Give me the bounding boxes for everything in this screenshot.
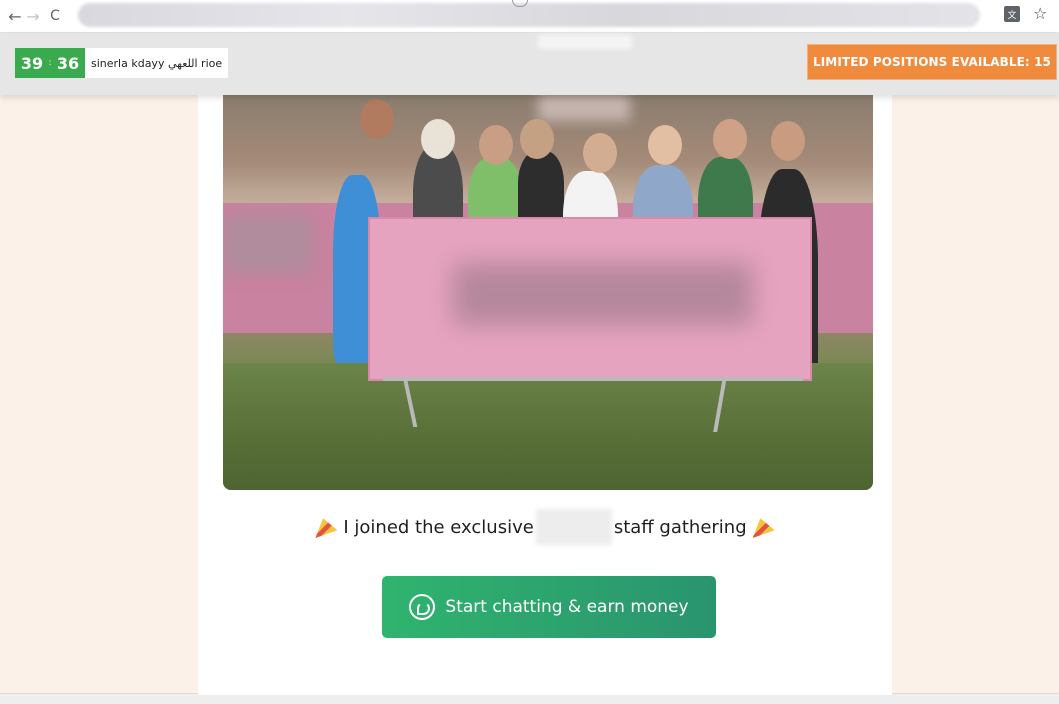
address-bar[interactable] xyxy=(78,3,980,27)
caption: I joined the exclusive staff gathering xyxy=(198,509,892,545)
photo-grass xyxy=(223,363,873,490)
party-popper-icon xyxy=(315,518,338,538)
timer-minutes: 39 xyxy=(15,48,49,78)
photo-barrier xyxy=(383,377,803,381)
start-chatting-label: Start chatting & earn money xyxy=(445,597,689,617)
start-chatting-button[interactable]: Start chatting & earn money xyxy=(382,576,716,638)
timer-label: sinerla kdayy اللعهي rioe xyxy=(91,56,223,70)
photo-person-head xyxy=(771,121,805,161)
caption-text-before: I joined the exclusive xyxy=(343,516,534,538)
photo-person-head xyxy=(648,125,682,165)
bookmark-star-icon[interactable]: ☆ xyxy=(1033,4,1047,23)
redacted-region xyxy=(453,263,753,325)
photo-person-head xyxy=(360,99,394,139)
party-popper-icon xyxy=(752,518,775,538)
timer-seconds: 36 xyxy=(51,48,85,78)
redacted-region xyxy=(538,35,632,49)
whatsapp-icon xyxy=(409,594,436,620)
forward-arrow-icon[interactable]: → xyxy=(22,5,44,27)
photo-person-head xyxy=(520,119,554,159)
caption-text-after: staff gathering xyxy=(613,516,747,538)
redacted-region xyxy=(538,95,630,121)
translate-icon[interactable]: 文 xyxy=(1004,6,1020,22)
redacted-region xyxy=(535,509,612,545)
reload-icon[interactable]: C xyxy=(44,5,66,27)
photo-person-head xyxy=(421,119,455,159)
photo-person-head xyxy=(713,119,747,159)
redacted-region xyxy=(223,213,313,273)
promo-header-bar: 39 : 36 sinerla kdayy اللعهي rioe LIMITE… xyxy=(0,33,1059,95)
content-card: I joined the exclusive staff gathering S… xyxy=(198,95,892,695)
limited-positions-badge[interactable]: LIMITED POSITIONS EVAILABLE: 15 xyxy=(807,44,1057,80)
photo-person-head xyxy=(479,125,513,165)
group-photo xyxy=(223,95,873,490)
browser-toolbar: ← → C 文 ☆ xyxy=(0,0,1059,33)
countdown-timer: 39 : 36 sinerla kdayy اللعهي rioe xyxy=(15,48,229,78)
photo-person-head xyxy=(583,133,617,173)
